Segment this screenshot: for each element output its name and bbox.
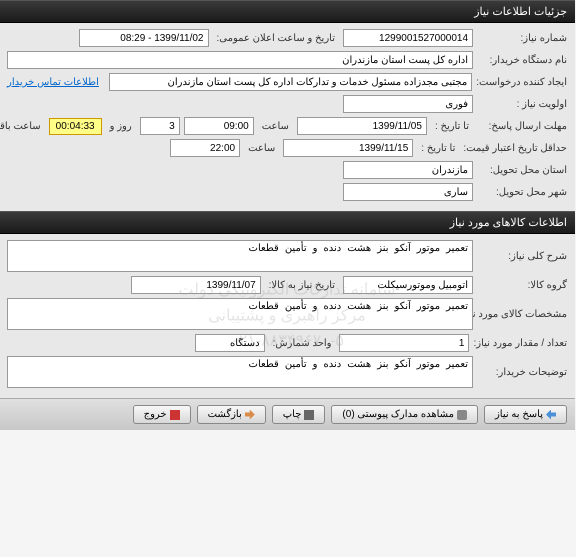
back-button[interactable]: بازگشت: [198, 405, 267, 424]
goods-info-form: سامانه تدارکات الکترونیکی دولت مرکز راهب…: [0, 234, 576, 398]
deadline-time-field[interactable]: [185, 117, 255, 135]
deadline-time-label: ساعت: [259, 121, 294, 132]
group-field[interactable]: [344, 276, 474, 294]
city-label: شهر محل تحویل:: [478, 187, 568, 198]
validity-date-field[interactable]: [284, 139, 414, 157]
print-icon: [305, 410, 315, 420]
specs-field[interactable]: [8, 298, 474, 330]
validity-time-label: ساعت: [245, 143, 280, 154]
exit-label: خروج: [145, 409, 168, 420]
qty-label: تعداد / مقدار مورد نیاز:: [474, 338, 568, 349]
province-field[interactable]: [344, 161, 474, 179]
back-icon: [246, 410, 256, 420]
reply-icon: [547, 410, 557, 420]
requester-field[interactable]: [110, 73, 473, 91]
general-desc-field[interactable]: [8, 240, 474, 272]
remaining-suffix: ساعت باقی مانده: [0, 121, 46, 132]
deadline-label: مهلت ارسال پاسخ:: [478, 121, 568, 132]
buyer-org-field[interactable]: [8, 51, 474, 69]
group-label: گروه کالا:: [478, 280, 568, 291]
specs-label: مشخصات کالای مورد نیاز:: [478, 309, 568, 320]
countdown-timer: 00:04:33: [50, 118, 103, 135]
buyer-org-label: نام دستگاه خریدار:: [478, 55, 568, 66]
city-field[interactable]: [344, 183, 474, 201]
reply-label: پاسخ به نیاز: [496, 409, 544, 420]
general-desc-label: شرح کلی نیاز:: [478, 251, 568, 262]
priority-label: اولویت نیاز :: [478, 99, 568, 110]
province-label: استان محل تحویل:: [478, 165, 568, 176]
to-date-label: تا تاریخ :: [432, 121, 474, 132]
qty-field[interactable]: [340, 334, 470, 352]
iran-code-date-label: تاریخ نیاز به کالا:: [266, 280, 340, 291]
exit-button[interactable]: خروج: [134, 405, 192, 424]
iran-code-date-field[interactable]: [132, 276, 262, 294]
priority-field[interactable]: [344, 95, 474, 113]
validity-label: حداقل تاریخ اعتبار قیمت:: [464, 143, 568, 154]
reply-button[interactable]: پاسخ به نیاز: [485, 405, 568, 424]
validity-time-field[interactable]: [171, 139, 241, 157]
need-number-field[interactable]: [344, 29, 474, 47]
buyer-notes-field[interactable]: [8, 356, 474, 388]
buyer-notes-label: توضیحات خریدار:: [478, 367, 568, 378]
goods-info-header: اطلاعات کالاهای مورد نیاز: [0, 211, 576, 234]
announce-field[interactable]: [80, 29, 210, 47]
button-bar: پاسخ به نیاز مشاهده مدارک پیوستی (0) چاپ…: [0, 398, 576, 430]
exit-icon: [171, 410, 181, 420]
days-suffix: روز و: [107, 121, 137, 132]
print-label: چاپ: [284, 409, 303, 420]
unit-field[interactable]: [196, 334, 266, 352]
need-info-form: شماره نیاز: تاریخ و ساعت اعلان عمومی: نا…: [0, 23, 576, 211]
back-label: بازگشت: [209, 409, 243, 420]
print-button[interactable]: چاپ: [273, 405, 327, 424]
days-remaining-field[interactable]: [141, 117, 181, 135]
attachments-button[interactable]: مشاهده مدارک پیوستی (0): [332, 405, 479, 424]
buyer-contact-link[interactable]: اطلاعات تماس خریدار: [8, 77, 100, 88]
attachments-label: مشاهده مدارک پیوستی (0): [343, 409, 455, 420]
deadline-date-field[interactable]: [298, 117, 428, 135]
requester-label: ایجاد کننده درخواست:: [477, 77, 568, 88]
announce-label: تاریخ و ساعت اعلان عمومی:: [214, 33, 341, 44]
need-number-label: شماره نیاز:: [478, 33, 568, 44]
unit-label: واحد شمارش:: [270, 338, 337, 349]
attachment-icon: [458, 410, 468, 420]
validity-to-date-label: تا تاریخ :: [418, 143, 460, 154]
need-info-header: جزئیات اطلاعات نیاز: [0, 0, 576, 23]
